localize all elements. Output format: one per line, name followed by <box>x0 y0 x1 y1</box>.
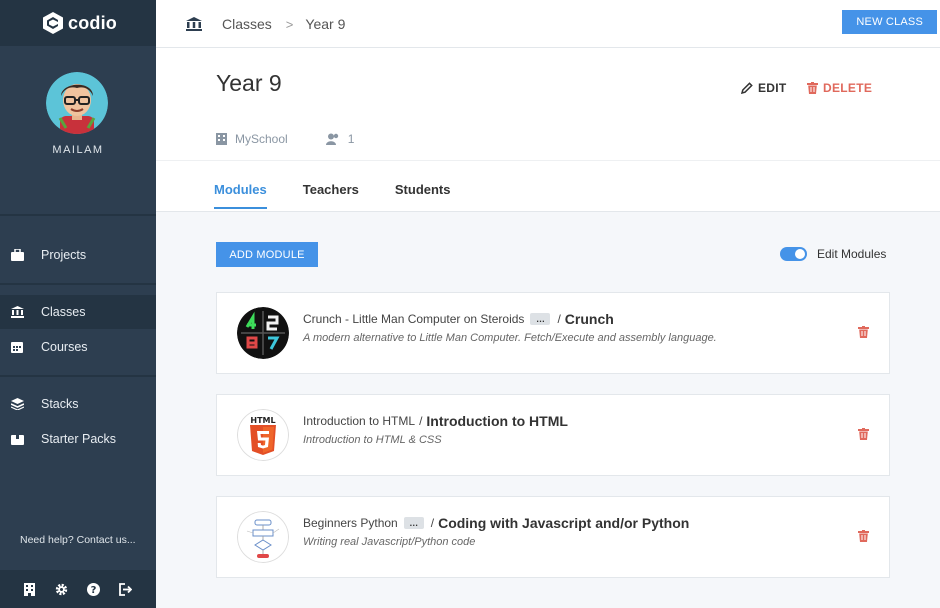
nav-divider <box>0 214 156 216</box>
trash-icon[interactable] <box>858 529 869 547</box>
help-link[interactable]: Need help? Contact us... <box>20 534 136 546</box>
building-icon[interactable] <box>22 582 36 596</box>
module-description: Writing real Javascript/Python code <box>303 536 476 548</box>
header-divider <box>156 160 940 161</box>
chevron-right-icon: > <box>285 16 294 32</box>
path-separator: / <box>557 312 561 326</box>
path-separator: / <box>419 414 423 428</box>
username: MAILAM <box>52 144 104 156</box>
delete-label: DELETE <box>823 81 873 95</box>
page-title: Year 9 <box>216 70 282 96</box>
module-card: HTML Introduction to HTML / Introduction… <box>216 394 890 476</box>
briefcase-icon <box>10 248 24 262</box>
course-name[interactable]: Introduction to HTML <box>426 413 568 429</box>
module-card: Crunch - Little Man Computer on Steroids… <box>216 292 890 374</box>
course-name[interactable]: Coding with Javascript and/or Python <box>438 515 689 531</box>
delete-button[interactable]: DELETE <box>807 81 872 95</box>
codio-logo-icon <box>43 12 63 34</box>
sidebar-item-label: Classes <box>41 305 86 319</box>
bank-icon <box>186 17 202 31</box>
sidebar-item-stacks[interactable]: Stacks <box>0 387 156 421</box>
building-icon <box>216 133 227 145</box>
nav-divider <box>0 375 156 377</box>
edit-modules-label: Edit Modules <box>817 247 887 261</box>
breadcrumb-classes[interactable]: Classes <box>222 16 272 32</box>
edit-modules-toggle-wrap: Edit Modules <box>780 247 886 261</box>
module-description: A modern alternative to Little Man Compu… <box>303 332 717 344</box>
course-name[interactable]: Crunch <box>565 311 614 327</box>
more-button[interactable]: … <box>403 517 424 529</box>
module-description: Introduction to HTML & CSS <box>303 434 442 446</box>
add-module-button[interactable]: ADD MODULE <box>216 242 318 267</box>
pencil-icon <box>741 82 753 94</box>
tab-students[interactable]: Students <box>395 182 451 209</box>
school-name: MySchool <box>235 132 288 146</box>
trash-icon[interactable] <box>858 427 869 445</box>
layers-icon <box>10 397 24 411</box>
module-thumbnail <box>237 307 289 359</box>
edit-button[interactable]: EDIT <box>741 81 787 95</box>
logo[interactable]: codio <box>0 0 156 46</box>
module-thumbnail <box>237 511 289 563</box>
module-name: Beginners Python <box>303 516 398 530</box>
module-title: Introduction to HTML / Introduction to H… <box>303 413 568 429</box>
tab-teachers[interactable]: Teachers <box>303 182 359 209</box>
trash-icon[interactable] <box>858 325 869 343</box>
module-title: Crunch - Little Man Computer on Steroids… <box>303 311 614 327</box>
module-name: Crunch - Little Man Computer on Steroids <box>303 312 525 326</box>
nav-divider <box>0 283 156 285</box>
breadcrumb: Classes > Year 9 <box>186 16 345 32</box>
sidebar-item-label: Courses <box>41 340 88 354</box>
edit-modules-toggle[interactable] <box>780 247 807 261</box>
path-separator: / <box>430 516 435 530</box>
avatar[interactable] <box>46 72 108 134</box>
help-icon[interactable]: ? <box>86 582 100 596</box>
module-card: Beginners Python … / Coding with Javascr… <box>216 496 890 578</box>
module-title: Beginners Python … / Coding with Javascr… <box>303 515 689 531</box>
sidebar-item-starter-packs[interactable]: Starter Packs <box>0 422 156 456</box>
tab-modules[interactable]: Modules <box>214 182 267 209</box>
sidebar-item-courses[interactable]: Courses <box>0 330 156 364</box>
member-count: 1 <box>347 132 355 146</box>
sidebar: codio MAILAM Projects Classes Courses St… <box>0 0 156 608</box>
gear-icon[interactable] <box>54 582 68 596</box>
tab-bar: Modules Teachers Students <box>214 182 487 209</box>
class-header: Year 9 EDIT DELETE MySchool 1 Modules Te… <box>156 48 940 212</box>
svg-text:?: ? <box>90 585 96 596</box>
top-bar: Classes > Year 9 NEW CLASS <box>156 0 940 48</box>
calendar-icon <box>10 340 24 354</box>
sidebar-item-classes[interactable]: Classes <box>0 295 156 329</box>
users-icon <box>325 133 338 145</box>
box-icon <box>10 432 24 446</box>
module-thumbnail: HTML <box>237 409 289 461</box>
sidebar-item-label: Stacks <box>41 397 79 411</box>
logout-icon[interactable] <box>118 582 132 596</box>
trash-icon <box>807 82 818 94</box>
svg-text:HTML: HTML <box>250 416 275 425</box>
member-info: 1 <box>325 132 355 146</box>
edit-label: EDIT <box>758 81 787 95</box>
class-meta: MySchool 1 <box>216 132 392 146</box>
more-button[interactable]: … <box>530 313 551 325</box>
logo-text: codio <box>68 12 117 33</box>
breadcrumb-current: Year 9 <box>305 16 346 32</box>
bank-icon <box>10 305 24 319</box>
sidebar-footer: ? <box>0 570 156 608</box>
sidebar-item-label: Projects <box>41 248 87 262</box>
sidebar-item-label: Starter Packs <box>41 432 117 446</box>
school-info: MySchool <box>216 132 288 146</box>
new-class-button[interactable]: NEW CLASS <box>842 10 937 34</box>
module-name: Introduction to HTML <box>303 414 416 428</box>
sidebar-item-projects[interactable]: Projects <box>0 238 156 272</box>
